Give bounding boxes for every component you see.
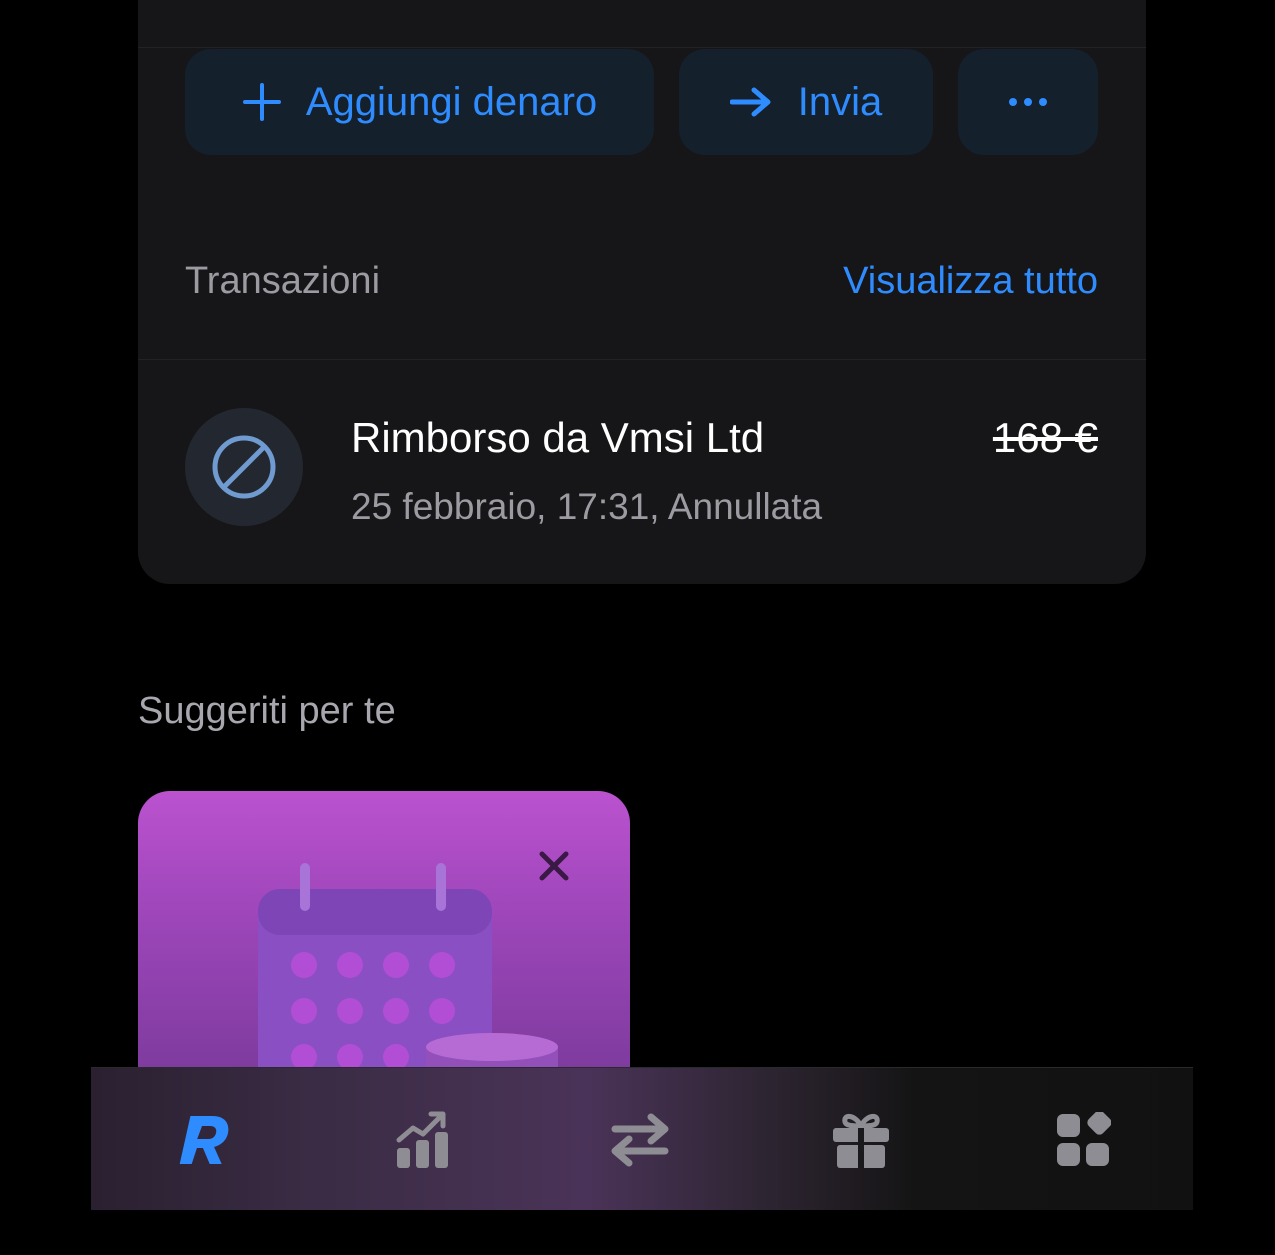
send-button[interactable]: Invia	[679, 49, 933, 155]
tab-invest[interactable]	[348, 1068, 498, 1211]
hub-grid-icon	[1057, 1111, 1111, 1166]
more-dots-icon	[1009, 98, 1047, 106]
transaction-name: Rimborso da Vmsi Ltd	[351, 414, 765, 461]
suggestion-card[interactable]	[138, 791, 630, 1091]
divider	[138, 359, 1146, 360]
arrow-right-icon	[729, 87, 771, 117]
tab-home[interactable]	[126, 1068, 276, 1211]
transactions-header: Transazioni Visualizza tutto	[185, 256, 1098, 306]
divider	[138, 47, 1146, 48]
transactions-title: Transazioni	[185, 259, 381, 302]
tab-rewards[interactable]	[786, 1068, 936, 1211]
tab-hub[interactable]	[1008, 1068, 1158, 1211]
suggestions-title: Suggeriti per te	[138, 690, 396, 732]
transfer-arrows-icon	[611, 1113, 669, 1166]
calendar-coins-illustration	[258, 863, 558, 1091]
send-label: Invia	[797, 79, 883, 124]
plus-icon	[242, 83, 281, 121]
more-button[interactable]	[958, 49, 1098, 155]
revolut-home-icon	[179, 1115, 229, 1164]
add-money-label: Aggiungi denaro	[305, 79, 598, 124]
view-all-link[interactable]: Visualizza tutto	[843, 260, 1098, 303]
invest-chart-icon	[396, 1111, 448, 1168]
account-card: Aggiungi denaro Invia Transazioni Visual…	[138, 0, 1146, 584]
transaction-row[interactable]: Rimborso da Vmsi Ltd 25 febbraio, 17:31,…	[185, 406, 1098, 527]
tab-transfer[interactable]	[565, 1068, 715, 1211]
transaction-subtitle: 25 febbraio, 17:31, Annullata	[351, 486, 823, 527]
transaction-amount: 168 €	[992, 414, 1098, 461]
add-money-button[interactable]: Aggiungi denaro	[185, 49, 654, 155]
gift-icon	[833, 1113, 889, 1168]
cancelled-icon	[185, 408, 303, 526]
tab-bar	[91, 1067, 1193, 1210]
